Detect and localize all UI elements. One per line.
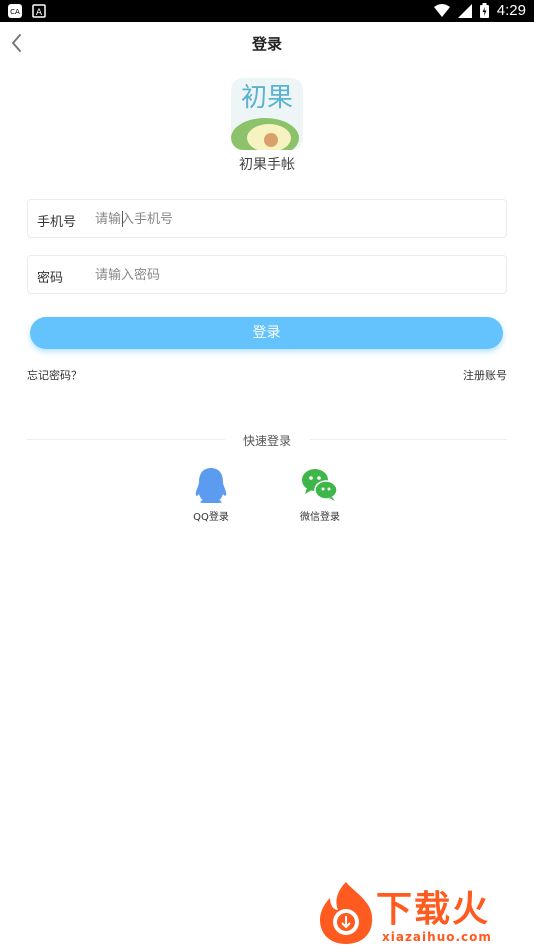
status-bar: CA A 4:29 — [0, 0, 534, 22]
app-bar: 登录 — [0, 22, 534, 66]
svg-text:CA: CA — [10, 8, 20, 16]
wechat-login-label: 微信登录 — [300, 512, 340, 523]
watermark-text: 下载火 — [376, 889, 491, 930]
password-input[interactable] — [95, 263, 485, 287]
clock: 4:29 — [496, 2, 526, 19]
register-link[interactable]: 注册账号 — [463, 367, 507, 383]
wechat-login-button[interactable]: 微信登录 — [285, 466, 355, 523]
ca-icon: CA — [8, 4, 22, 18]
qq-login-label: QQ登录 — [193, 512, 229, 523]
login-button[interactable]: 登录 — [30, 317, 503, 349]
logo-text: 初果 — [241, 83, 293, 113]
battery-icon — [479, 3, 489, 18]
quick-login-title: 快速登录 — [242, 434, 291, 448]
wifi-icon — [433, 3, 450, 17]
phone-field[interactable]: 手机号 — [27, 199, 507, 238]
watermark: 下载火 xiazaihuo.com — [316, 880, 528, 946]
watermark-domain: xiazaihuo.com — [382, 930, 492, 944]
app-logo: 初果 — [231, 78, 303, 150]
status-right: 4:29 — [433, 2, 526, 19]
password-field[interactable]: 密码 — [27, 255, 507, 294]
qq-penguin-icon — [195, 468, 227, 503]
text-cursor — [122, 211, 123, 227]
qq-login-button[interactable]: QQ登录 — [176, 466, 246, 523]
signal-icon — [457, 3, 472, 18]
wechat-icon — [302, 469, 338, 501]
svg-text:A: A — [36, 8, 43, 18]
page-title: 登录 — [251, 35, 282, 53]
password-label: 密码 — [37, 271, 64, 286]
avocado-logo-icon: 初果 — [231, 78, 303, 150]
phone-label: 手机号 — [37, 215, 77, 230]
phone-input[interactable] — [95, 207, 485, 231]
flame-logo-icon — [320, 882, 373, 944]
forgot-password-link[interactable]: 忘记密码？ — [27, 367, 82, 383]
a-icon: A — [32, 4, 46, 18]
status-left: CA A — [8, 4, 46, 18]
app-name: 初果手帐 — [239, 157, 295, 173]
